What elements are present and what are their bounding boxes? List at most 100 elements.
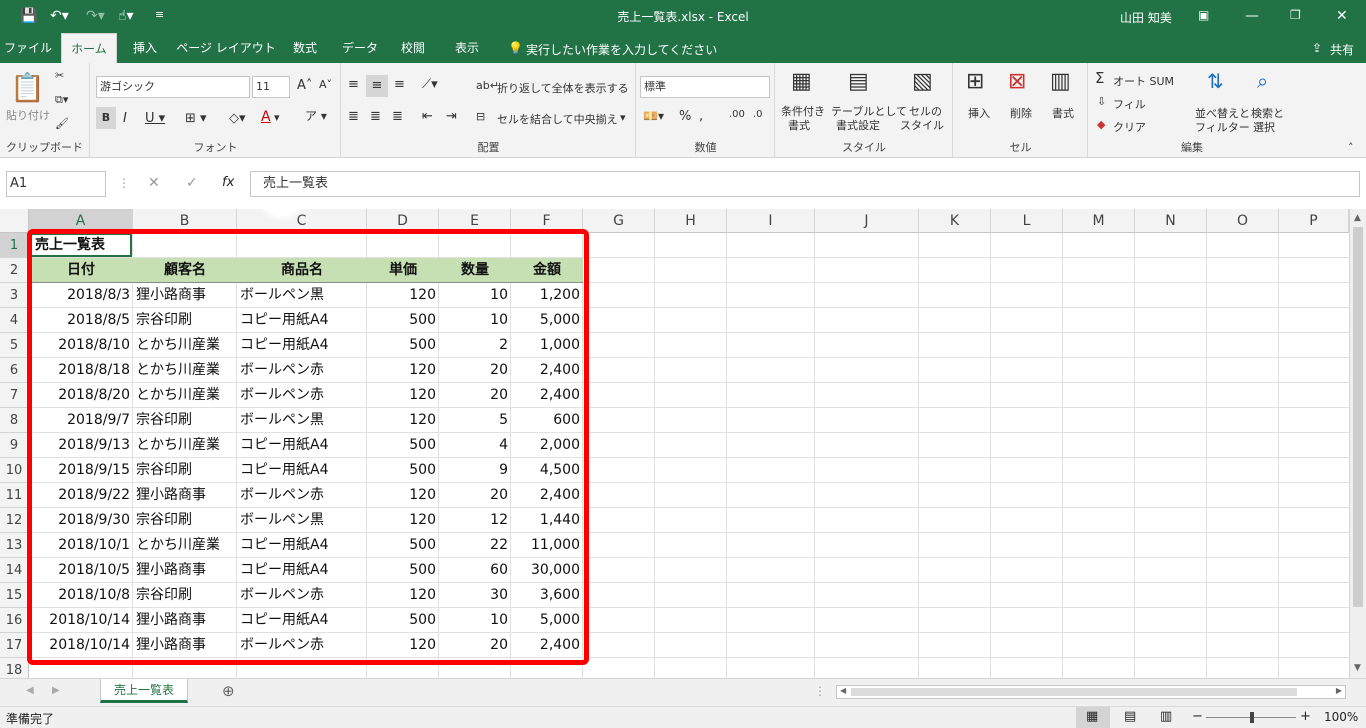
underline-icon[interactable]: U ▾ <box>145 111 165 126</box>
zoom-in-icon[interactable]: + <box>1300 709 1311 724</box>
format-cells-button[interactable]: 書式 <box>1052 105 1074 121</box>
close-icon[interactable]: ✕ <box>1336 8 1348 24</box>
row-header[interactable]: 7 <box>0 383 29 408</box>
collapse-ribbon-icon[interactable]: ˄ <box>1348 141 1354 154</box>
horizontal-scroll-thumb[interactable] <box>851 688 1297 696</box>
column-header-g[interactable]: G <box>583 209 655 233</box>
vertical-scroll-thumb[interactable] <box>1353 227 1363 607</box>
maximize-icon[interactable]: ❐ <box>1290 8 1301 22</box>
paste-button[interactable]: 貼り付け <box>6 107 50 123</box>
cancel-icon[interactable]: ✕ <box>148 175 160 191</box>
font-name-select[interactable]: 游ゴシック <box>96 76 250 98</box>
enter-icon[interactable]: ✓ <box>186 175 198 191</box>
align-bottom-icon[interactable]: ≡ <box>394 77 405 92</box>
row-header[interactable]: 4 <box>0 308 29 333</box>
merge-center-button[interactable]: セルを結合して中央揃え <box>497 111 618 127</box>
italic-icon[interactable]: I <box>123 111 127 126</box>
scroll-left-icon[interactable]: ◀ <box>840 686 846 695</box>
user-name[interactable]: 山田 知美 <box>1120 9 1172 26</box>
tab-insert[interactable]: 挿入 <box>124 33 166 63</box>
row-header[interactable]: 9 <box>0 433 29 458</box>
insert-cells-button[interactable]: 挿入 <box>968 105 990 121</box>
row-header[interactable]: 12 <box>0 508 29 533</box>
zoom-slider-thumb[interactable] <box>1250 712 1254 723</box>
decrease-decimal-icon[interactable]: .0 <box>753 109 763 120</box>
conditional-format-button-line2[interactable]: 書式 <box>788 117 810 133</box>
sort-filter-icon[interactable]: ⇅ <box>1207 69 1224 93</box>
autosum-icon[interactable]: Σ <box>1095 69 1104 87</box>
new-sheet-icon[interactable]: ⊕ <box>222 682 235 700</box>
shrink-font-icon[interactable]: A˅ <box>319 78 332 91</box>
row-header[interactable]: 11 <box>0 483 29 508</box>
align-top-icon[interactable]: ≡ <box>348 77 359 92</box>
tab-formulas[interactable]: 数式 <box>284 33 326 63</box>
format-cells-icon[interactable]: ▥ <box>1050 69 1071 94</box>
row-header[interactable]: 3 <box>0 283 29 308</box>
row-header[interactable]: 14 <box>0 558 29 583</box>
wrap-text-button[interactable]: 折り返して全体を表示する <box>497 80 629 96</box>
cut-icon[interactable]: ✂ <box>55 69 64 82</box>
percent-icon[interactable]: % <box>679 109 691 124</box>
row-header[interactable]: 15 <box>0 583 29 608</box>
tab-data[interactable]: データ <box>336 33 384 63</box>
merge-dropdown-icon[interactable]: ▾ <box>620 111 626 124</box>
find-select-button-line2[interactable]: 選択 <box>1253 119 1275 135</box>
row-header[interactable]: 10 <box>0 458 29 483</box>
column-header-k[interactable]: K <box>919 209 991 233</box>
align-left-icon[interactable]: ≣ <box>348 109 359 124</box>
page-layout-view-icon[interactable]: ▤ <box>1124 709 1136 724</box>
column-header-p[interactable]: P <box>1279 209 1349 233</box>
next-sheet-icon[interactable]: ▶ <box>52 685 60 696</box>
formula-input[interactable]: 売上一覧表 <box>250 171 1360 197</box>
row-header[interactable]: 8 <box>0 408 29 433</box>
tab-file[interactable]: ファイル <box>4 33 52 63</box>
fill-color-icon[interactable]: ◇▾ <box>229 111 246 126</box>
bold-icon[interactable]: B <box>96 107 116 129</box>
insert-function-icon[interactable]: fx <box>222 175 234 190</box>
format-as-table-button-line2[interactable]: 書式設定 <box>836 117 880 133</box>
column-header-j[interactable]: J <box>815 209 919 233</box>
prev-sheet-icon[interactable]: ◀ <box>26 685 34 696</box>
column-header-h[interactable]: H <box>655 209 727 233</box>
increase-indent-icon[interactable]: ⇥ <box>446 109 457 124</box>
fill-button[interactable]: フィル <box>1113 96 1146 112</box>
row-header[interactable]: 5 <box>0 333 29 358</box>
paste-icon[interactable]: 📋 <box>10 71 45 104</box>
delete-cells-icon[interactable]: ⊠ <box>1008 69 1026 94</box>
column-header-n[interactable]: N <box>1135 209 1207 233</box>
cell-styles-button-line2[interactable]: スタイル <box>900 117 944 133</box>
format-as-table-icon[interactable]: ▤ <box>848 69 869 94</box>
number-format-select[interactable]: 標準 <box>640 76 770 98</box>
row-header[interactable]: 18 <box>0 658 29 678</box>
row-header[interactable]: 6 <box>0 358 29 383</box>
tab-review[interactable]: 校閲 <box>392 33 434 63</box>
scroll-right-icon[interactable]: ▶ <box>1336 686 1342 695</box>
worksheet-grid[interactable]: A B C D E F G H I J K L M N O P 12345678… <box>0 209 1366 678</box>
row-header[interactable]: 1 <box>0 233 29 258</box>
cell-styles-icon[interactable]: ▧ <box>912 69 933 94</box>
grow-font-icon[interactable]: A˄ <box>297 78 312 93</box>
increase-decimal-icon[interactable]: .00 <box>729 109 745 120</box>
normal-view-icon[interactable]: ▦ <box>1086 709 1098 724</box>
comma-style-icon[interactable]: , <box>699 109 703 124</box>
autosum-button[interactable]: オート SUM <box>1113 73 1174 89</box>
zoom-level[interactable]: 100% <box>1324 710 1358 724</box>
border-icon[interactable]: ⊞ ▾ <box>185 111 207 126</box>
scroll-up-icon[interactable]: ▲ <box>1354 213 1361 223</box>
vertical-scrollbar[interactable]: ▲ ▼ <box>1349 209 1366 678</box>
ribbon-display-icon[interactable]: ▣ <box>1198 8 1209 22</box>
font-color-dropdown-icon[interactable]: ▾ <box>274 111 280 124</box>
sort-filter-button-line2[interactable]: フィルター <box>1195 119 1250 135</box>
column-header-m[interactable]: M <box>1063 209 1135 233</box>
delete-cells-button[interactable]: 削除 <box>1010 105 1032 121</box>
font-size-select[interactable]: 11 <box>252 76 290 98</box>
font-color-icon[interactable]: A <box>261 109 271 125</box>
decrease-indent-icon[interactable]: ⇤ <box>422 109 433 124</box>
column-header-l[interactable]: L <box>991 209 1063 233</box>
select-all-corner[interactable] <box>0 209 29 233</box>
tell-me-box[interactable]: 実行したい作業を入力してください <box>526 41 717 58</box>
clear-icon[interactable]: ◆ <box>1097 118 1105 131</box>
horizontal-scrollbar[interactable]: ◀ ▶ <box>836 685 1346 699</box>
align-center-icon[interactable]: ≣ <box>370 109 381 124</box>
zoom-out-icon[interactable]: − <box>1192 709 1203 724</box>
